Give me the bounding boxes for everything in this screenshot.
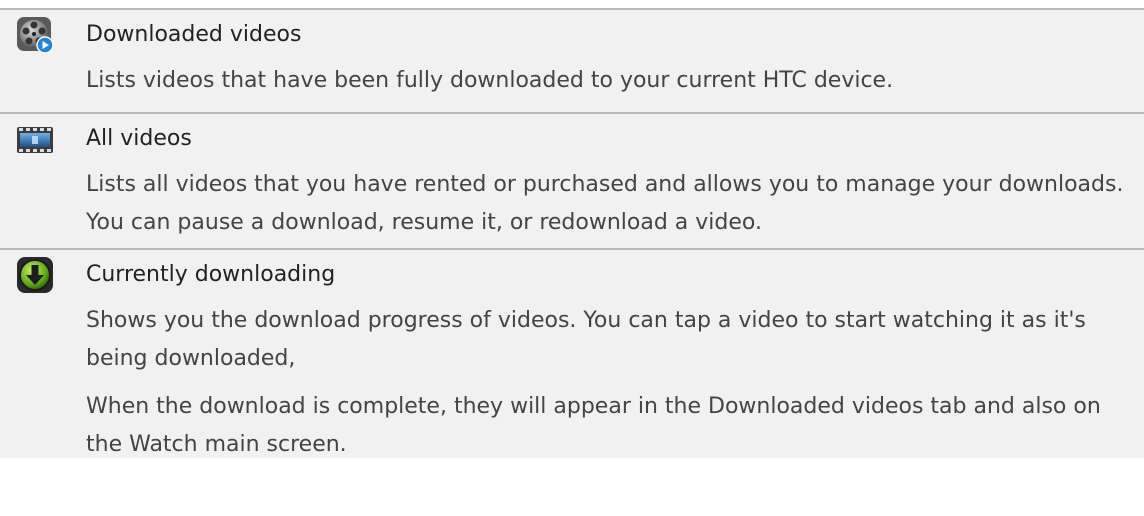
row-header: Currently downloading xyxy=(0,250,1144,294)
row-title: Currently downloading xyxy=(86,262,336,287)
description-text: Shows you the download progress of video… xyxy=(86,308,1086,371)
row-title: All videos xyxy=(86,126,192,151)
film-reel-play-icon xyxy=(16,16,54,54)
row-header: Downloaded videos xyxy=(0,10,1144,54)
download-arrow-icon xyxy=(16,256,54,294)
table-row: Currently downloading Shows you the down… xyxy=(0,250,1144,458)
row-title: Downloaded videos xyxy=(86,22,302,47)
table-row: Downloaded videos Lists videos that have… xyxy=(0,10,1144,114)
feature-table: Downloaded videos Lists videos that have… xyxy=(0,8,1144,458)
description-text: Lists all videos that you have rented or… xyxy=(86,172,1124,235)
description-text: Lists videos that have been fully downlo… xyxy=(86,68,894,93)
description-text: When the download is complete, they will… xyxy=(86,394,1101,457)
film-strip-icon xyxy=(16,120,54,158)
table-row: All videos Lists all videos that you hav… xyxy=(0,114,1144,250)
row-header: All videos xyxy=(0,114,1144,156)
row-description: Lists videos that have been fully downlo… xyxy=(86,52,1124,112)
row-description: Lists all videos that you have rented or… xyxy=(86,156,1124,248)
row-description: Shows you the download progress of video… xyxy=(86,292,1124,464)
